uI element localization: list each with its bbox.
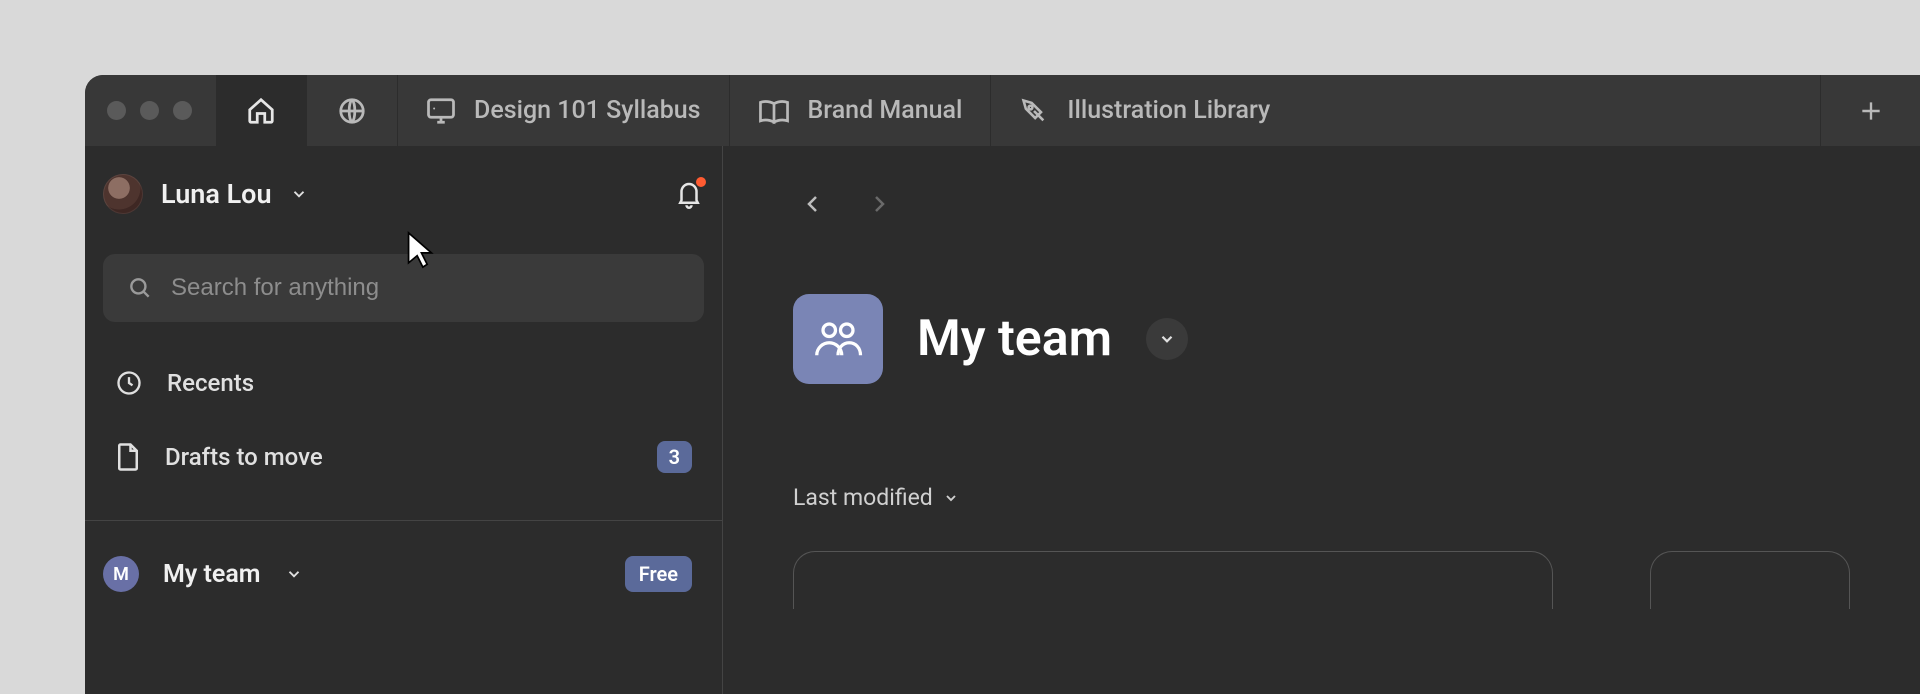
- plan-badge: Free: [625, 556, 692, 592]
- page-title: My team: [917, 310, 1112, 368]
- chevron-down-icon: [1158, 330, 1176, 348]
- tab-label: Design 101 Syllabus: [474, 96, 701, 125]
- file-icon: [115, 442, 141, 472]
- minimize-window-icon[interactable]: [140, 101, 159, 120]
- content-cards: [793, 551, 1850, 609]
- close-window-icon[interactable]: [107, 101, 126, 120]
- clock-icon: [115, 369, 143, 397]
- window-controls: [85, 75, 216, 146]
- globe-icon: [337, 96, 367, 126]
- maximize-window-icon[interactable]: [173, 101, 192, 120]
- user-avatar: [103, 174, 143, 214]
- notifications-button[interactable]: [674, 179, 704, 209]
- back-button[interactable]: [793, 184, 833, 224]
- sort-dropdown[interactable]: Last modified: [793, 484, 1850, 511]
- content-card[interactable]: [793, 551, 1553, 609]
- sidebar-nav: Recents Drafts to move 3: [85, 338, 722, 516]
- content-card[interactable]: [1650, 551, 1850, 609]
- presentation-icon: [426, 97, 456, 125]
- tab-home[interactable]: [216, 75, 307, 146]
- tab-label: Illustration Library: [1067, 96, 1270, 125]
- main-content: My team Last modified: [723, 146, 1920, 694]
- app-body: Luna Lou: [85, 146, 1920, 694]
- home-icon: [246, 96, 276, 126]
- tab-brand-manual[interactable]: Brand Manual: [730, 75, 992, 146]
- chevron-left-icon: [801, 192, 825, 216]
- sidebar-team-row[interactable]: M My team Free: [85, 539, 722, 609]
- sidebar-divider: [85, 520, 722, 521]
- search-icon: [127, 275, 153, 301]
- drafts-count-badge: 3: [657, 441, 692, 473]
- sidebar: Luna Lou: [85, 146, 723, 694]
- user-name: Luna Lou: [161, 178, 272, 210]
- pen-icon: [1019, 97, 1049, 125]
- chevron-down-icon: [285, 565, 303, 583]
- user-row: Luna Lou: [85, 146, 722, 224]
- page-header: My team: [793, 294, 1850, 384]
- team-name: My team: [163, 560, 261, 589]
- nav-label: Recents: [167, 369, 254, 397]
- tab-illustration-library[interactable]: Illustration Library: [991, 75, 1820, 146]
- app-window: Design 101 Syllabus Brand Manual Illustr…: [85, 75, 1920, 694]
- team-avatar: M: [103, 556, 139, 592]
- notification-dot-icon: [696, 177, 706, 187]
- tab-community[interactable]: [307, 75, 398, 146]
- account-switcher[interactable]: Luna Lou: [103, 174, 308, 214]
- sidebar-item-drafts[interactable]: Drafts to move 3: [103, 422, 704, 492]
- chevron-down-icon: [943, 490, 959, 506]
- team-square-icon: [793, 294, 883, 384]
- book-icon: [758, 97, 790, 125]
- search-input[interactable]: [171, 274, 680, 302]
- team-initial: M: [113, 564, 129, 585]
- plus-icon: [1858, 98, 1884, 124]
- sort-label: Last modified: [793, 484, 933, 511]
- tab-label: Brand Manual: [808, 96, 963, 125]
- search-bar[interactable]: [103, 254, 704, 322]
- new-tab-button[interactable]: [1820, 75, 1920, 146]
- history-nav: [793, 176, 1850, 224]
- titlebar: Design 101 Syllabus Brand Manual Illustr…: [85, 75, 1920, 146]
- forward-button[interactable]: [859, 184, 899, 224]
- chevron-right-icon: [867, 192, 891, 216]
- team-menu-button[interactable]: [1146, 318, 1188, 360]
- nav-label: Drafts to move: [165, 443, 323, 471]
- tab-design-syllabus[interactable]: Design 101 Syllabus: [398, 75, 730, 146]
- chevron-down-icon: [290, 185, 308, 203]
- sidebar-item-recents[interactable]: Recents: [103, 348, 704, 418]
